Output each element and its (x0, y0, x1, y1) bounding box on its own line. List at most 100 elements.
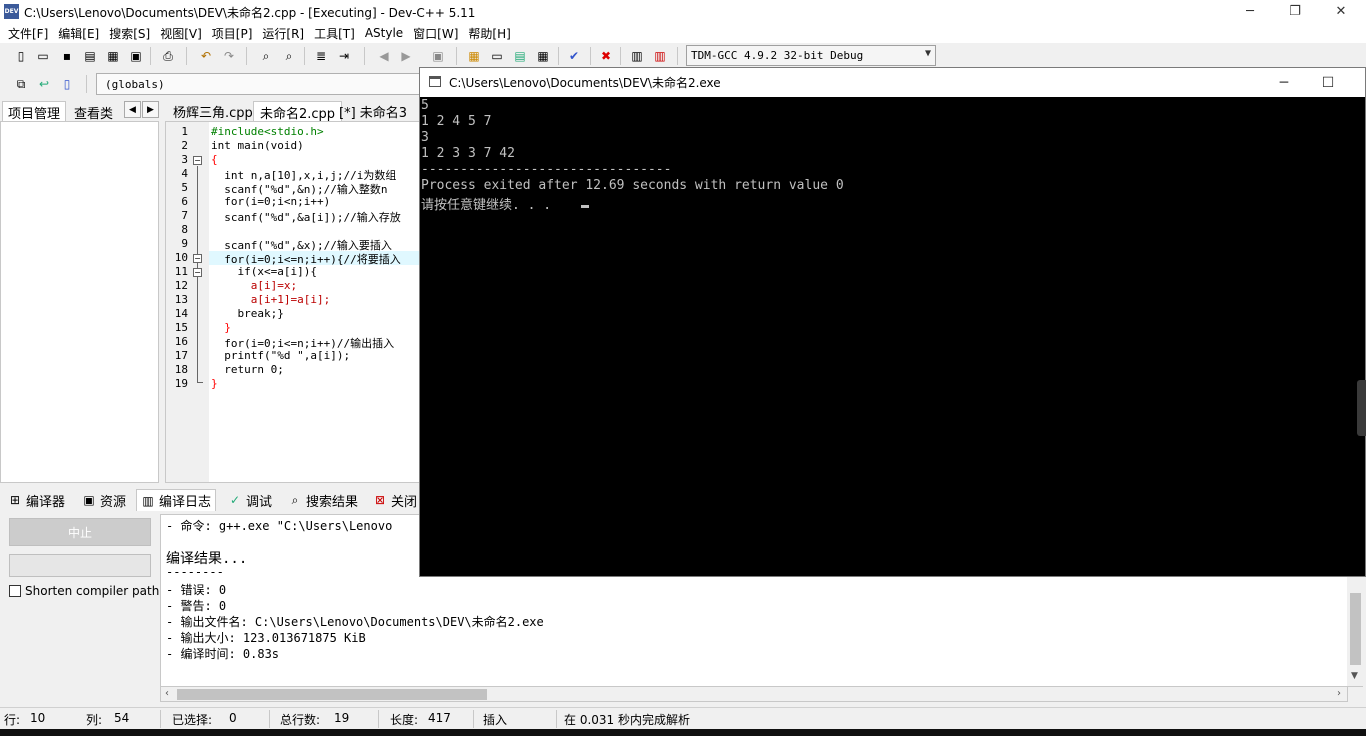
app-icon: DEV (4, 4, 19, 19)
tab-close[interactable]: ⊠ 关闭 (369, 489, 421, 511)
line-number: 19 (174, 377, 188, 390)
stop-compile-button[interactable]: 中止 (9, 518, 151, 546)
close-file-icon[interactable]: ▦ (103, 46, 123, 66)
goto-line-icon[interactable]: ≣ (311, 46, 331, 66)
shorten-paths-checkbox[interactable]: Shorten compiler paths (9, 584, 166, 598)
menu-window[interactable]: 窗口[W] (409, 25, 462, 42)
checkbox-box[interactable] (9, 585, 21, 597)
tab-compile-log-label: 编译日志 (159, 495, 212, 510)
tab-file-yanghui[interactable]: 杨辉三角.cpp (167, 101, 259, 121)
close-button[interactable]: ✕ (1318, 0, 1364, 23)
console-line: 3 (421, 130, 429, 145)
find-icon[interactable]: ⌕ (256, 46, 276, 66)
console-line: -------------------------------- (421, 162, 672, 177)
stop-execution-icon[interactable]: ✖ (596, 46, 616, 66)
new-file-icon[interactable]: ▯ (11, 46, 31, 66)
log-vertical-thumb[interactable] (1350, 593, 1361, 665)
code-line: return 0; (211, 363, 284, 376)
delete-profile-icon[interactable]: ▥ (650, 46, 670, 66)
tab-compile-log[interactable]: ▥ 编译日志 (136, 489, 217, 511)
profile-icon[interactable]: ▥ (627, 46, 647, 66)
log-horizontal-thumb[interactable] (177, 689, 487, 700)
check-syntax-icon[interactable]: ✔ (564, 46, 584, 66)
replace-icon[interactable]: ⌕ (279, 46, 299, 66)
redo-icon[interactable]: ↷ (219, 46, 239, 66)
tab-scroll-right-icon[interactable]: ▶ (142, 101, 159, 118)
tab-debug[interactable]: ✓ 调试 (224, 489, 276, 511)
insert-icon[interactable]: ⧉ (11, 74, 31, 94)
log-vertical-scrollbar[interactable]: ▼ (1347, 575, 1364, 686)
line-number: 12 (174, 279, 188, 292)
compile-run-icon[interactable]: ▤ (510, 46, 530, 66)
status-insert-mode: 插入 (483, 713, 508, 727)
log-horizontal-scrollbar[interactable]: ‹ › (160, 686, 1348, 702)
menu-tools[interactable]: 工具[T] (310, 25, 359, 42)
tab-search-results-label: 搜索结果 (306, 494, 359, 510)
tab-compiler[interactable]: ⊞ 编译器 (4, 489, 69, 511)
tab-project[interactable]: 项目管理 (2, 101, 67, 122)
menu-file[interactable]: 文件[F] (4, 25, 52, 42)
undo-icon[interactable]: ↶ (196, 46, 216, 66)
close-all-icon[interactable]: ▣ (126, 46, 146, 66)
status-total-value: 19 (334, 711, 350, 725)
scope-select[interactable]: (globals) (96, 73, 420, 95)
menu-run[interactable]: 运行[R] (258, 25, 308, 42)
code-line: int n,a[10],x,i,j;//i为数组 (211, 169, 397, 182)
menu-astyle[interactable]: AStyle (361, 26, 407, 40)
tab-file-unnamed3[interactable]: [*] 未命名3 (333, 101, 413, 121)
code-line: for(i=0;i<n;i++) (211, 195, 331, 208)
fold-minus-icon[interactable]: − (193, 254, 202, 263)
menu-edit[interactable]: 编辑[E] (54, 25, 103, 42)
rebuild-icon[interactable]: ▦ (533, 46, 553, 66)
tab-file-unnamed2[interactable]: 未命名2.cpp (253, 101, 343, 122)
menu-search[interactable]: 搜索[S] (105, 25, 154, 42)
restore-button[interactable]: ❐ (1272, 0, 1318, 23)
code-line: break;} (211, 307, 284, 320)
tab-scroll-left-icon[interactable]: ◀ (124, 101, 141, 118)
minimize-button[interactable]: ─ (1227, 0, 1273, 23)
code-line: scanf("%d",&a[i]);//输入存放 (211, 211, 401, 224)
fold-minus-icon[interactable]: − (193, 156, 202, 165)
status-length-label: 长度: (390, 713, 419, 727)
next-icon[interactable]: ▶ (396, 46, 416, 66)
log-line: - 命令: g++.exe "C:\Users\Lenovo (166, 519, 393, 533)
console-minimize-button[interactable]: ─ (1261, 68, 1307, 97)
console-title-bar: C:\Users\Lenovo\Documents\DEV\未命名2.exe ─… (420, 68, 1365, 97)
code-line: scanf("%d",&n);//输入整数n (211, 183, 388, 196)
compiler-select[interactable]: TDM-GCC 4.9.2 32-bit Debug ▼ (686, 45, 936, 66)
open-file-icon[interactable]: ▭ (33, 46, 53, 66)
save-icon[interactable]: ▪ (57, 46, 77, 66)
tab-search-results[interactable]: ⌕ 搜索结果 (284, 489, 362, 511)
scroll-down-icon[interactable]: ▼ (1351, 671, 1358, 681)
go-back-icon[interactable]: ↩ (34, 74, 54, 94)
side-dock-tab[interactable] (1357, 380, 1366, 436)
tab-classes[interactable]: 查看类 (68, 101, 120, 122)
print-icon[interactable]: ⎙ (158, 46, 178, 66)
compile-icon[interactable]: ▦ (464, 46, 484, 66)
code-line: for(i=0;i<=n;i++){//将要插入 (211, 253, 401, 266)
toggle-bookmark-icon[interactable]: ▣ (428, 46, 448, 66)
toggle-icon[interactable]: ▯ (57, 74, 77, 94)
save-all-icon[interactable]: ▤ (80, 46, 100, 66)
previous-icon[interactable]: ◀ (374, 46, 394, 66)
console-maximize-button[interactable]: ☐ (1305, 68, 1351, 97)
menu-view[interactable]: 视图[V] (156, 25, 206, 42)
indent-icon[interactable]: ⇥ (334, 46, 354, 66)
log-line: - 警告: 0 (166, 599, 227, 613)
fold-minus-icon[interactable]: − (193, 268, 202, 277)
code-line: a[i]=x; (211, 279, 298, 292)
tab-resources[interactable]: ▣ 资源 (78, 489, 130, 511)
menu-project[interactable]: 项目[P] (208, 25, 257, 42)
code-line: printf("%d ",a[i]); (211, 349, 351, 362)
code-line: a[i+1]=a[i]; (211, 293, 331, 306)
run-icon[interactable]: ▭ (487, 46, 507, 66)
scroll-right-icon[interactable]: › (1337, 688, 1341, 699)
line-number: 3 (181, 153, 188, 166)
line-number: 13 (174, 293, 188, 306)
code-line: } (211, 377, 218, 390)
console-window[interactable]: C:\Users\Lenovo\Documents\DEV\未命名2.exe ─… (419, 67, 1366, 577)
menu-help[interactable]: 帮助[H] (464, 25, 514, 42)
scroll-left-icon[interactable]: ‹ (165, 688, 169, 699)
code-editor[interactable]: 1 2 3 4 5 6 7 8 9 10 11 12 13 14 15 16 1… (165, 121, 420, 483)
project-panel[interactable] (0, 121, 159, 483)
